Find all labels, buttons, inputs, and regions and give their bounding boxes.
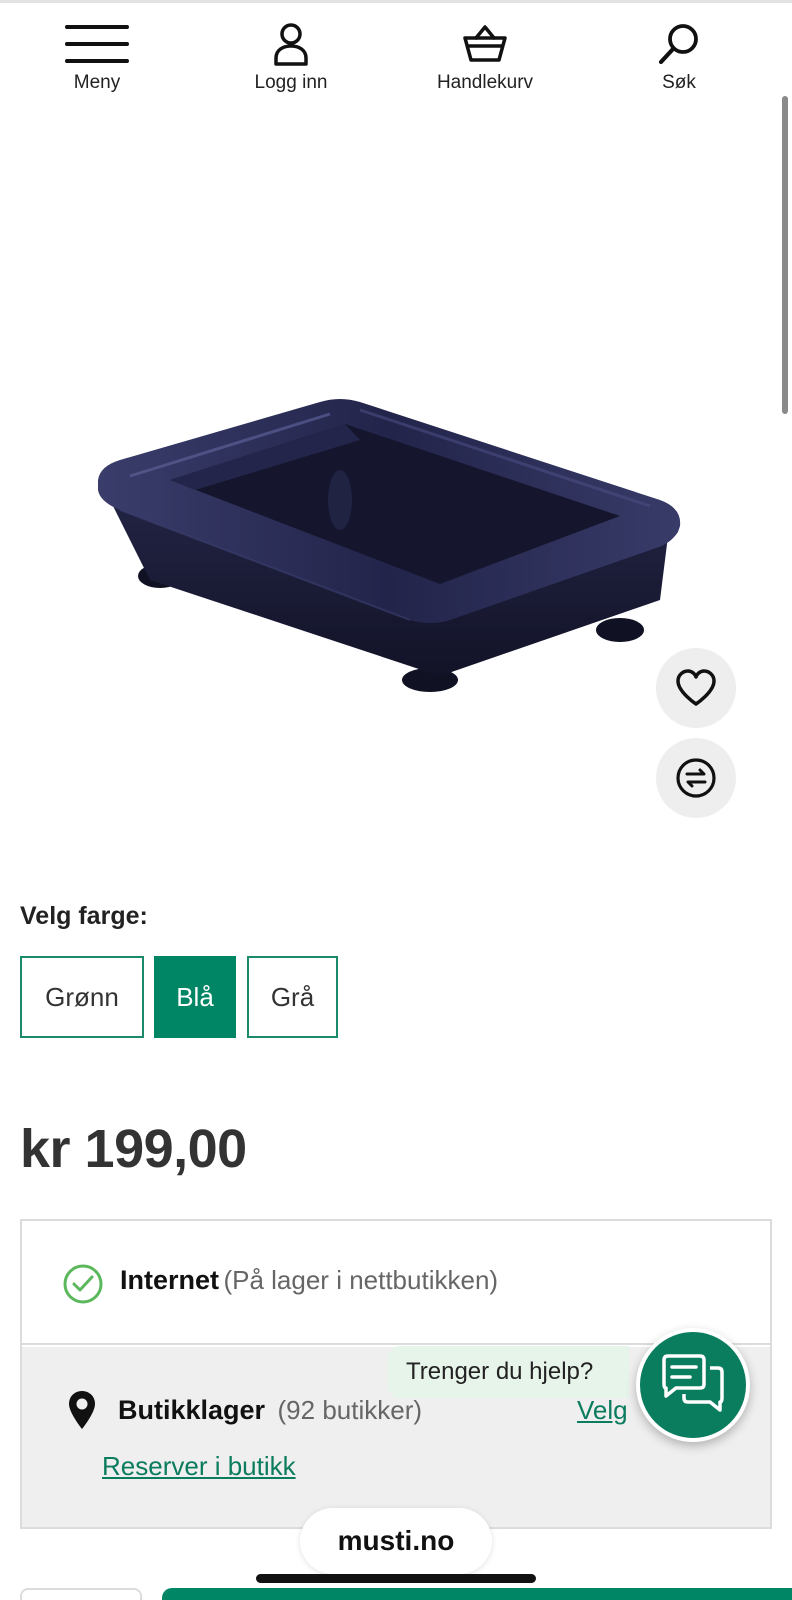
quantity-control[interactable]	[20, 1588, 142, 1600]
favorite-button[interactable]	[656, 648, 736, 728]
menu-button[interactable]: Meny	[22, 18, 172, 94]
search-button[interactable]: Søk	[604, 18, 754, 94]
search-label: Søk	[662, 72, 696, 93]
user-icon	[216, 18, 366, 70]
chat-icon	[662, 1354, 724, 1412]
cart-label: Handlekurv	[436, 72, 534, 93]
search-icon	[604, 18, 754, 70]
home-indicator[interactable]	[256, 1574, 536, 1583]
store-stock-title: Butikklager	[118, 1395, 266, 1425]
product-price: kr 199,00	[20, 1119, 247, 1179]
help-bubble[interactable]: Trenger du hjelp?	[388, 1346, 630, 1398]
chat-button[interactable]	[636, 1328, 750, 1442]
color-option-green[interactable]: Grønn	[20, 956, 144, 1038]
compare-arrows-icon	[676, 758, 716, 798]
color-option-gray[interactable]: Grå	[247, 956, 338, 1038]
heart-icon	[676, 669, 716, 706]
select-store-link[interactable]: Velg	[577, 1395, 628, 1426]
top-divider	[0, 0, 792, 3]
online-stock-status: (På lager i nettbutikken)	[223, 1265, 499, 1295]
color-option-blue[interactable]: Blå	[154, 956, 236, 1038]
hamburger-icon	[22, 18, 172, 70]
color-selector-label: Velg farge:	[20, 902, 148, 930]
compare-button[interactable]	[656, 738, 736, 818]
location-pin-icon	[69, 1391, 95, 1429]
menu-label: Meny	[73, 72, 121, 93]
basket-icon	[410, 18, 560, 70]
cart-button[interactable]: Handlekurv	[410, 18, 560, 94]
login-label: Logg inn	[254, 72, 328, 93]
browser-address-pill[interactable]: musti.no	[300, 1508, 492, 1574]
login-button[interactable]: Logg inn	[216, 18, 366, 94]
reserve-in-store-link[interactable]: Reserver i butikk	[102, 1451, 296, 1482]
top-navigation: Meny Logg inn Handlekurv Søk	[0, 18, 792, 108]
store-count: (92 butikker)	[277, 1395, 423, 1425]
product-image[interactable]	[60, 330, 720, 730]
online-stock-title: Internet	[120, 1265, 220, 1295]
add-to-cart-button[interactable]	[162, 1588, 792, 1600]
page-scrollbar[interactable]	[782, 96, 788, 414]
online-stock-row: Internet (På lager i nettbutikken)	[22, 1221, 770, 1345]
check-circle-icon	[63, 1264, 103, 1304]
